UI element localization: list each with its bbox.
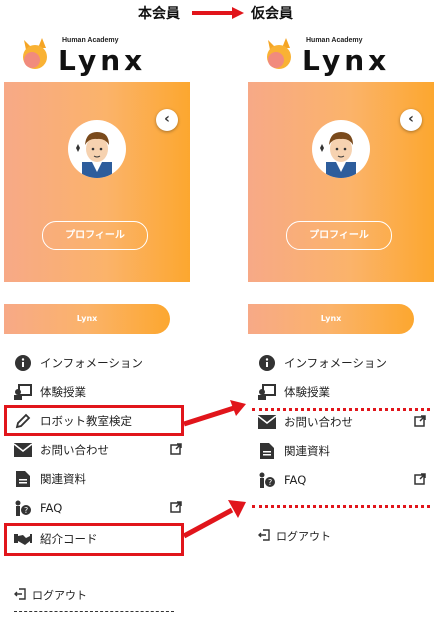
user-illustration-icon <box>320 132 356 178</box>
menu-item-contact[interactable]: お問い合わせ <box>14 439 182 461</box>
menu-item-information[interactable]: インフォメーション <box>14 352 182 374</box>
envelope-icon <box>258 414 276 430</box>
menu-item-trial-lesson[interactable]: 体験授業 <box>14 381 182 403</box>
logout-icon <box>258 528 270 544</box>
logout-icon <box>14 587 26 603</box>
logout-label: ログアウト <box>32 589 87 602</box>
menu-item-label: FAQ <box>284 473 307 487</box>
label-full-member: 本会員 <box>138 6 180 22</box>
lynx-logo-icon <box>23 38 47 69</box>
arrow-annotation-icon <box>183 400 246 427</box>
sidebar-provisional-member: Human Academy Lynx ‹ プロフィール Lynx インフォメーシ… <box>248 28 434 618</box>
menu-item-label: お問い合わせ <box>284 415 353 429</box>
bottom-divider <box>14 611 174 612</box>
profile-banner: ‹ プロフィール <box>4 82 190 282</box>
svg-text:?: ? <box>24 506 28 515</box>
highlight-box-robot-exam <box>4 405 184 436</box>
user-illustration-icon <box>76 132 112 178</box>
menu-item-faq[interactable]: ? FAQ <box>14 497 182 519</box>
logout-button[interactable]: ログアウト <box>14 587 87 603</box>
menu-item-label: FAQ <box>40 501 63 515</box>
avatar <box>68 120 126 178</box>
profile-button[interactable]: プロフィール <box>286 221 392 250</box>
profile-banner: ‹ プロフィール <box>248 82 434 282</box>
lynx-pill[interactable]: Lynx <box>4 304 170 334</box>
svg-text:?: ? <box>268 478 272 487</box>
brand-name: Lynx <box>302 44 391 77</box>
menu-item-label: 体験授業 <box>284 385 330 399</box>
menu-item-contact[interactable]: お問い合わせ <box>258 411 426 433</box>
collapse-sidebar-button[interactable]: ‹ <box>400 109 422 131</box>
document-icon <box>258 443 276 459</box>
arrow-right-icon <box>192 7 244 19</box>
person-question-icon: ? <box>14 500 32 516</box>
avatar <box>312 120 370 178</box>
person-question-icon: ? <box>258 472 276 488</box>
brand-logo[interactable]: Human Academy Lynx <box>18 34 188 77</box>
lynx-logo-icon <box>267 38 291 69</box>
menu-item-trial-lesson[interactable]: 体験授業 <box>258 381 426 403</box>
collapse-sidebar-button[interactable]: ‹ <box>156 109 178 131</box>
brand-tagline: Human Academy <box>62 37 119 44</box>
lynx-pill[interactable]: Lynx <box>248 304 414 334</box>
menu-item-documents[interactable]: 関連資料 <box>258 440 426 462</box>
menu-item-label: インフォメーション <box>40 356 143 370</box>
menu-item-label: 関連資料 <box>40 472 86 486</box>
brand-name: Lynx <box>58 44 147 77</box>
menu-item-label: 関連資料 <box>284 444 330 458</box>
info-icon <box>258 355 276 371</box>
logout-button[interactable]: ログアウト <box>258 528 331 544</box>
teacher-board-icon <box>258 384 276 400</box>
label-provisional-member: 仮会員 <box>251 6 293 22</box>
menu-item-label: お問い合わせ <box>40 443 109 457</box>
menu-item-label: 体験授業 <box>40 385 86 399</box>
teacher-board-icon <box>14 384 32 400</box>
removed-item-marker <box>252 408 430 411</box>
external-link-icon <box>170 443 182 458</box>
arrow-annotation-icon <box>182 500 246 539</box>
envelope-icon <box>14 442 32 458</box>
logout-label: ログアウト <box>276 530 331 543</box>
brand-logo[interactable]: Human Academy Lynx <box>262 34 432 77</box>
menu-item-faq[interactable]: ? FAQ <box>258 469 426 491</box>
document-icon <box>14 471 32 487</box>
removed-item-marker <box>252 505 430 508</box>
menu-item-information[interactable]: インフォメーション <box>258 352 426 374</box>
info-icon <box>14 355 32 371</box>
menu-item-label: インフォメーション <box>284 356 387 370</box>
highlight-box-referral-code <box>4 523 184 556</box>
profile-button[interactable]: プロフィール <box>42 221 148 250</box>
external-link-icon <box>414 415 426 430</box>
brand-tagline: Human Academy <box>306 37 363 44</box>
menu-item-documents[interactable]: 関連資料 <box>14 468 182 490</box>
external-link-icon <box>414 473 426 488</box>
